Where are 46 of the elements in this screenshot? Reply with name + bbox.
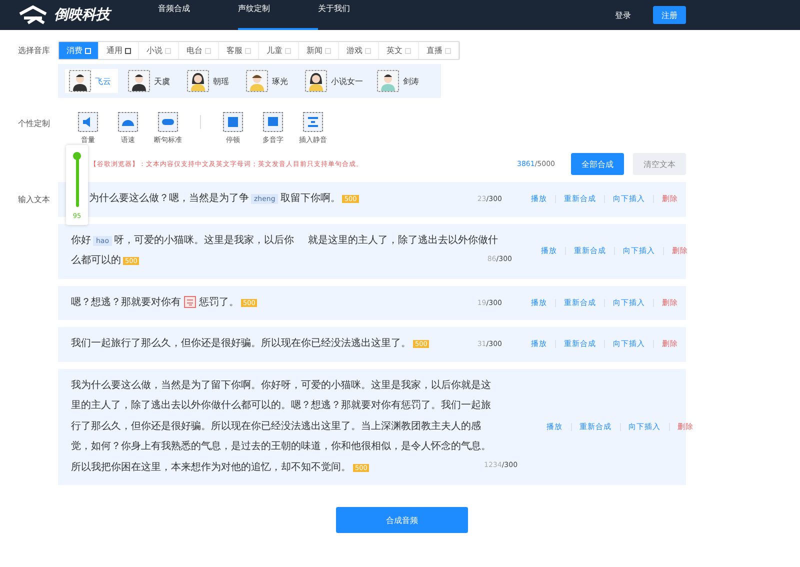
segment-text: 嗯？想逃？那就要对你有 [71, 296, 181, 308]
avatar-icon [69, 70, 91, 92]
segment-text: 所以我把你困在这里，本来想作为对他的追忆，却不知不觉间。 [71, 462, 351, 472]
avatar-icon [305, 70, 327, 92]
voice-option[interactable]: 飞云 [65, 69, 118, 93]
voice-option[interactable]: 小说女一 [301, 69, 367, 93]
segment-text: 你好 [71, 234, 91, 246]
pill-icon [158, 112, 178, 132]
segment-text: 惩罚了。 [199, 296, 239, 308]
segment-text: 就是这里的主人了，除了逃出去以外你做什 [308, 234, 498, 246]
marker-icon [184, 296, 196, 308]
gauge-icon [118, 112, 138, 132]
voice-option[interactable]: 琢光 [242, 69, 295, 93]
avatar-icon [377, 70, 399, 92]
synthesize-all-button[interactable]: 全部合成 [571, 153, 624, 175]
row-label: 选择音库 [17, 45, 51, 56]
synthesize-audio-button[interactable]: 合成音频 [336, 507, 468, 533]
avatar-icon [128, 70, 150, 92]
row-label: 个性定制 [17, 118, 51, 129]
brand-name: 倒映科技 [54, 6, 110, 24]
segment-text: 为什么要这么做？嗯，当然是为了争 [89, 193, 249, 204]
slider-thumb[interactable] [73, 152, 81, 160]
segment-text: 觉，如何？你身上有我熟悉的气息，是过去的王朝的味道，你和他很相似，是令人怀念的气息。 [71, 441, 491, 452]
segment-text: 我们一起旅行了那么久，但你还是很好骗。所以现在你已经没法逃出这里了。 [71, 338, 411, 349]
clear-text-button[interactable]: 清空文本 [633, 153, 686, 175]
segment-text: 呀，可爱的小猫咪。这里是我家，以后你 [114, 234, 294, 246]
segment-text: 行了那么久，但你还是很好骗。所以现在你已经没法逃出这里了。当上深渊教团教主夫人的感 [71, 420, 481, 432]
nav-link[interactable]: 音频合成 [158, 0, 238, 30]
nav-link[interactable]: 关于我们 [318, 0, 398, 30]
avatar-icon [246, 70, 268, 92]
row-label: 输入文本 [17, 194, 51, 206]
library-tab[interactable]: 消费 [59, 42, 99, 59]
login-link[interactable]: 登录 [615, 10, 631, 20]
insert-icon [303, 112, 323, 132]
nav-link[interactable]: 声纹定制 [238, 0, 318, 30]
speaker-icon [78, 112, 98, 132]
register-button[interactable]: 注册 [653, 6, 686, 24]
segment-text: 我为什么要这么做，当然是为了留下你啊。你好呀，可爱的小猫咪。这里是我家，以后你就是这 [71, 380, 491, 390]
segment-text: 取留下你啊。 [280, 193, 340, 204]
voice-option[interactable]: 天虞 [124, 69, 177, 93]
segment-text: 么都可以的 [71, 255, 121, 266]
avatar-icon [187, 70, 209, 92]
voice-option[interactable]: 剑涛 [373, 69, 426, 93]
voice-option[interactable]: 朝瑶 [183, 69, 236, 93]
segment-text: 里的主人了，除了逃出去以外你做什么都可以的。嗯？想逃？那就要对你有惩罚了。我们一起旅 [71, 400, 491, 411]
logo-icon [18, 5, 48, 25]
